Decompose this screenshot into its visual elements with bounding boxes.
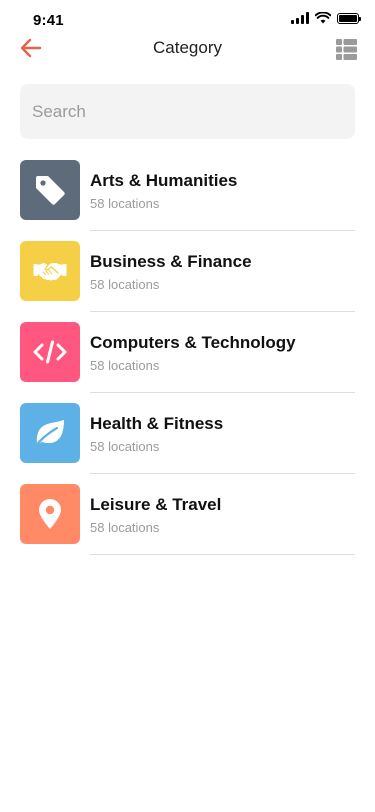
category-list: Arts & Humanities 58 locations Business … [0, 160, 375, 565]
category-tile [20, 322, 80, 382]
divider [90, 230, 355, 231]
wifi-icon [315, 12, 331, 24]
grid-list-icon [336, 39, 357, 60]
tag-icon [36, 176, 65, 205]
list-item-health-fitness[interactable]: Health & Fitness 58 locations [0, 403, 375, 484]
nav-bar: Category [0, 36, 375, 60]
divider [90, 554, 355, 555]
category-screen: 9:41 Category Search Arts & Humanities 5… [0, 0, 375, 812]
category-tile [20, 484, 80, 544]
category-tile [20, 160, 80, 220]
item-location-count: 58 locations [90, 358, 160, 373]
divider [90, 473, 355, 474]
item-title: Health & Fitness [90, 414, 224, 433]
list-item-arts-humanities[interactable]: Arts & Humanities 58 locations [0, 160, 375, 241]
status-time: 9:41 [33, 12, 64, 29]
category-tile [20, 241, 80, 301]
search-box [20, 84, 355, 139]
list-item-computers-technology[interactable]: Computers & Technology 58 locations [0, 322, 375, 403]
item-location-count: 58 locations [90, 520, 160, 535]
page-title: Category [153, 38, 222, 57]
handshake-icon [33, 263, 67, 281]
leaf-icon [33, 420, 64, 448]
divider [90, 311, 355, 312]
map-pin-icon [39, 499, 61, 529]
item-title: Leisure & Travel [90, 495, 222, 514]
list-view-toggle-button[interactable] [336, 39, 357, 60]
search-input[interactable] [30, 100, 345, 123]
item-title: Computers & Technology [90, 333, 296, 352]
list-item-leisure-travel[interactable]: Leisure & Travel 58 locations [0, 484, 375, 565]
item-location-count: 58 locations [90, 196, 160, 211]
item-location-count: 58 locations [90, 277, 160, 292]
list-item-business-finance[interactable]: Business & Finance 58 locations [0, 241, 375, 322]
cellular-signal-icon [291, 12, 309, 24]
code-icon [33, 340, 67, 364]
item-title: Arts & Humanities [90, 171, 238, 190]
battery-icon [337, 12, 361, 24]
item-title: Business & Finance [90, 252, 252, 271]
status-icons [291, 12, 361, 24]
item-location-count: 58 locations [90, 439, 160, 454]
category-tile [20, 403, 80, 463]
status-bar: 9:41 [0, 0, 375, 36]
divider [90, 392, 355, 393]
